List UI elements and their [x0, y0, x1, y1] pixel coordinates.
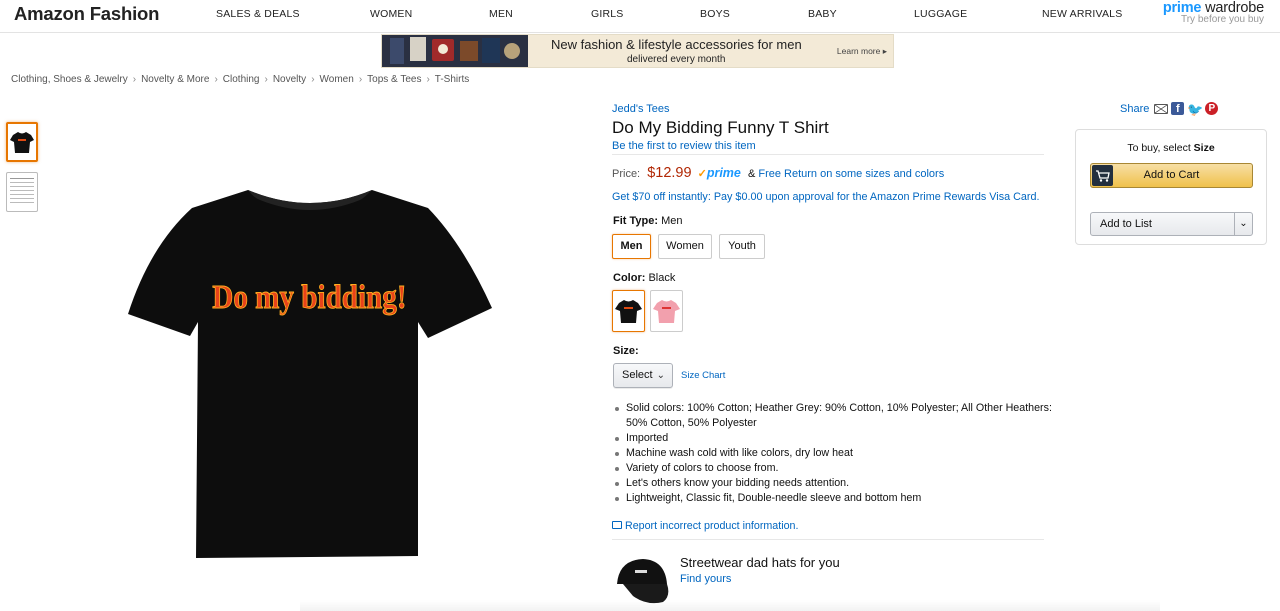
add-to-list-button[interactable]: Add to List ⌄ [1090, 212, 1253, 236]
breadcrumb-t-shirts[interactable]: T-Shirts [435, 74, 469, 85]
nav-boys[interactable]: BOYS [700, 8, 730, 20]
breadcrumb-separator: › [214, 74, 218, 85]
report-incorrect-info-link[interactable]: Report incorrect product information. [612, 520, 798, 532]
nav-men[interactable]: MEN [489, 8, 513, 20]
price-label: Price: [612, 168, 641, 180]
cart-icon [1092, 165, 1113, 186]
divider [612, 154, 1044, 155]
breadcrumb-novelty-more[interactable]: Novelty & More [141, 74, 209, 85]
color-label: Color: Black [613, 272, 675, 284]
breadcrumb-separator: › [132, 74, 137, 85]
bullet-item: Let's others know your bidding needs att… [614, 476, 1054, 491]
top-nav: Amazon Fashion SALES & DEALS WOMEN MEN G… [0, 0, 1280, 33]
color-swatch-pink[interactable] [650, 290, 683, 332]
buy-box: To buy, select Size Add to Cart Add to L… [1075, 129, 1267, 245]
fit-option-men[interactable]: Men [612, 234, 651, 259]
product-title: Do My Bidding Funny T Shirt [612, 118, 829, 137]
fit-option-youth[interactable]: Youth [719, 234, 765, 259]
color-label-text: Color: [613, 272, 646, 284]
feature-bullets: Solid colors: 100% Cotton; Heather Grey:… [614, 401, 1054, 506]
share-bar: Share f 🐦 P [1120, 102, 1219, 117]
nav-sales-deals[interactable]: SALES & DEALS [216, 8, 300, 20]
buy-hint-size: Size [1193, 142, 1215, 154]
size-label-text: Size: [613, 345, 639, 357]
dad-hats-promo-title[interactable]: Streetwear dad hats for you [680, 555, 840, 570]
nav-new-arrivals[interactable]: NEW ARRIVALS [1042, 8, 1122, 20]
nav-luggage[interactable]: LUGGAGE [914, 8, 967, 20]
nav-girls[interactable]: GIRLS [591, 8, 624, 20]
price-value: $12.99 [647, 165, 692, 181]
comment-icon [612, 521, 622, 529]
prime-check-icon: ✓ [697, 168, 707, 180]
bullet-item: Imported [614, 431, 1054, 446]
nav-baby[interactable]: BABY [808, 8, 837, 20]
banner-subtitle: delivered every month [627, 54, 726, 65]
add-to-cart-button[interactable]: Add to Cart [1090, 163, 1253, 188]
fit-type-label-text: Fit Type: [613, 215, 659, 227]
divider [612, 539, 1044, 540]
prime-logo-icon: prime [706, 166, 741, 180]
fit-type-value: Men [661, 215, 683, 227]
breadcrumb-clothing[interactable]: Clothing [223, 74, 260, 85]
size-select-value: Select [622, 369, 653, 381]
brand-byline-link[interactable]: Jedd's Tees [612, 103, 670, 115]
free-return-link[interactable]: Free Return on some sizes and colors [758, 168, 944, 180]
bullet-item: Machine wash cold with like colors, dry … [614, 446, 1054, 461]
prime-visa-promo-link[interactable]: Get $70 off instantly: Pay $0.00 upon ap… [612, 191, 1040, 203]
accessories-banner-ad[interactable]: New fashion & lifestyle accessories for … [381, 34, 894, 68]
breadcrumb-tops-tees[interactable]: Tops & Tees [367, 74, 421, 85]
cart-icon-glyph [1096, 170, 1110, 182]
size-chart-thumbnail-icon [10, 178, 34, 203]
banner-learn-more-link[interactable]: Learn more ▸ [837, 46, 887, 57]
fit-option-women[interactable]: Women [658, 234, 712, 259]
size-label: Size: [613, 345, 639, 357]
breadcrumb-clothing-shoes-jewelry[interactable]: Clothing, Shoes & Jewelry [11, 74, 128, 85]
breadcrumb-separator: › [426, 74, 430, 85]
bottom-shadow [300, 600, 1160, 611]
breadcrumb: Clothing, Shoes & Jewelry › Novelty & More… [11, 74, 469, 85]
thumbnail-size-chart[interactable] [6, 172, 38, 212]
color-swatch-black[interactable] [612, 290, 645, 332]
breadcrumb-women[interactable]: Women [320, 74, 354, 85]
breadcrumb-novelty[interactable]: Novelty [273, 74, 306, 85]
price-row: Price: $12.99 ✓prime & Free Return on so… [612, 165, 944, 181]
prime-wardrobe-link[interactable]: prime wardrobe Try before you buy [1163, 0, 1264, 25]
breadcrumb-separator: › [311, 74, 315, 85]
chevron-down-icon[interactable]: ⌄ [1234, 213, 1252, 235]
bullet-item: Variety of colors to choose from. [614, 461, 1054, 476]
shirt-print-text: Do my bidding! [212, 278, 406, 316]
color-value: Black [648, 272, 676, 284]
email-icon[interactable] [1154, 103, 1169, 114]
pink-tshirt-icon [653, 300, 680, 323]
buy-hint: To buy, select Size [1076, 142, 1266, 154]
tshirt-thumbnail-icon [10, 132, 34, 153]
thumbnail-shirt-front[interactable] [6, 122, 38, 162]
add-to-cart-label: Add to Cart [1143, 169, 1200, 181]
add-to-list-label: Add to List [1100, 218, 1152, 230]
amazon-fashion-logo[interactable]: Amazon Fashion [14, 3, 159, 25]
pinterest-icon[interactable]: P [1205, 102, 1219, 115]
fit-type-label: Fit Type: Men [613, 215, 682, 227]
size-chart-link[interactable]: Size Chart [681, 370, 725, 381]
share-link[interactable]: Share [1120, 103, 1149, 115]
report-incorrect-info-text: Report incorrect product information. [625, 520, 799, 532]
bullet-item: Lightweight, Classic fit, Double-needle … [614, 491, 1054, 506]
banner-headline: New fashion & lifestyle accessories for … [551, 37, 802, 52]
breadcrumb-separator: › [264, 74, 268, 85]
find-yours-link[interactable]: Find yours [680, 573, 731, 585]
black-tshirt-icon [615, 300, 642, 323]
nav-women[interactable]: WOMEN [370, 8, 412, 20]
write-review-link[interactable]: Be the first to review this item [612, 140, 756, 152]
bullet-item: Solid colors: 100% Cotton; Heather Grey:… [614, 401, 1054, 431]
size-select-dropdown[interactable]: Select ⌄ [613, 363, 673, 388]
ampersand: & [747, 168, 756, 180]
buy-hint-prefix: To buy, select [1127, 142, 1194, 154]
main-product-image[interactable]: Do my bidding! [128, 186, 492, 560]
chevron-down-icon: ⌄ [656, 370, 665, 381]
twitter-icon[interactable]: 🐦 [1187, 102, 1203, 117]
accessories-banner-image [382, 35, 528, 67]
breadcrumb-separator: › [358, 74, 363, 85]
facebook-icon[interactable]: f [1171, 102, 1185, 115]
